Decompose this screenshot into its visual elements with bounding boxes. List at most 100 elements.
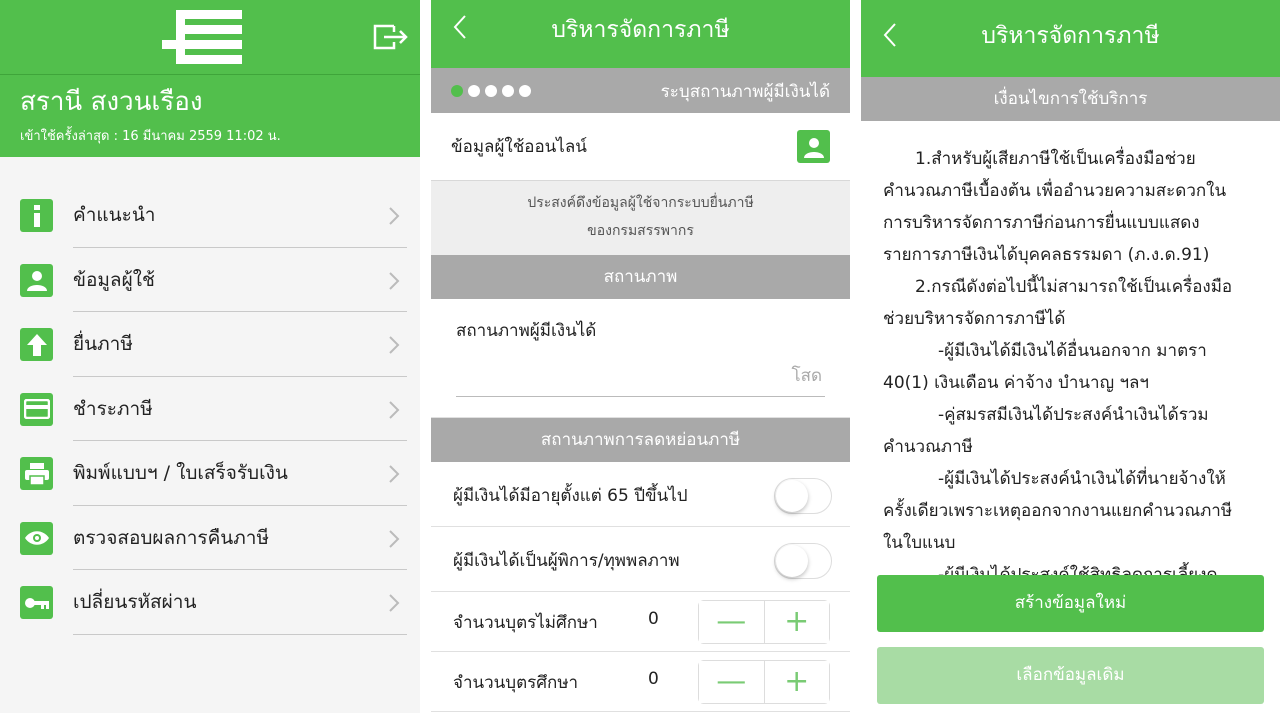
status-value[interactable]: โสด xyxy=(791,362,822,389)
credit-card-icon xyxy=(20,392,53,426)
toggle-knob xyxy=(776,545,808,577)
menu-item-label: ข้อมูลผู้ใช้ xyxy=(73,268,155,291)
menu-item-check-refund[interactable]: ตรวจสอบผลการคืนภาษี xyxy=(0,506,420,570)
chevron-right-icon xyxy=(389,400,400,419)
terms-line: -คู่สมรสมีเงินได้ประสงค์นำเงินได้รวม xyxy=(938,405,1209,425)
terms-line: การบริหารจัดการภาษีก่อนการยื่นแบบแสดง xyxy=(883,213,1200,233)
terms-line: 2.กรณีดังต่อไปนี้ไม่สามารถใช้เป็นเครื่อง… xyxy=(915,277,1233,297)
menu-item-label: ตรวจสอบผลการคืนภาษี xyxy=(73,526,269,549)
main-menu: คำแนะนำ ข้อมูลผู้ใช้ ยื่นภาษี ชำระภาษี พ… xyxy=(0,183,420,635)
terms-line: รายการภาษีเงินได้บุคคลธรรมดา (ภ.ง.ด.91) xyxy=(883,245,1210,265)
nav-header: บริหารจัดการภาษี xyxy=(861,0,1280,77)
terms-line: -ผู้มีเงินได้ประสงค์นำเงินได้ที่นายจ้างใ… xyxy=(938,469,1226,489)
import-note: ประสงค์ดึงข้อมูลผู้ใช้จากระบบยื่นภาษี ขอ… xyxy=(431,181,850,255)
key-icon xyxy=(20,586,53,619)
user-name: สรานี สงวนเรือง xyxy=(20,87,203,117)
terms-line: 40(1) เงินเดือน ค่าจ้าง บำนาญ ฯลฯ xyxy=(883,373,1149,393)
menu-item-label: ชำระภาษี xyxy=(73,397,153,420)
step-dot xyxy=(468,85,480,97)
select-existing-button[interactable]: เลือกข้อมูลเดิม xyxy=(877,647,1264,704)
terms-line: ครั้งเดียวเพราะเหตุออกจากงานแยกคำนวณภาษี xyxy=(883,501,1233,521)
terms-header: เงื่อนไขการใช้บริการ xyxy=(861,77,1280,121)
counter-value: 0 xyxy=(648,609,659,629)
terms-panel: บริหารจัดการภาษี เงื่อนไขการใช้บริการ 1.… xyxy=(861,0,1280,713)
app-header xyxy=(0,0,420,75)
menu-item-guide[interactable]: คำแนะนำ xyxy=(0,183,420,248)
input-underline xyxy=(456,396,825,397)
menu-item-user-info[interactable]: ข้อมูลผู้ใช้ xyxy=(0,248,420,312)
toggle-row-age65: ผู้มีเงินได้มีอายุตั้งแต่ 65 ปีขึ้นไป xyxy=(431,462,850,527)
increment-button[interactable]: + xyxy=(763,601,829,643)
user-icon xyxy=(20,263,53,297)
create-new-button[interactable]: สร้างข้อมูลใหม่ xyxy=(877,575,1264,632)
counter-label: จำนวนบุตรศึกษา xyxy=(453,673,579,693)
counter-row-children-not-studying: จำนวนบุตรไม่ศึกษา 0 — + xyxy=(431,592,850,652)
online-user-info-label: ข้อมูลผู้ใช้ออนไลน์ xyxy=(451,137,587,157)
chevron-right-icon xyxy=(389,336,400,354)
decrement-button[interactable]: — xyxy=(699,601,764,643)
step-label: ระบุสถานภาพผู้มีเงินได้ xyxy=(660,82,830,102)
chevron-right-icon xyxy=(389,529,400,548)
decrement-button[interactable]: — xyxy=(699,661,764,703)
toggle-row-disabled: ผู้มีเงินได้เป็นผู้พิการ/ทุพพลภาพ xyxy=(431,527,850,592)
main-menu-panel: สรานี สงวนเรือง เข้าใช้ครั้งล่าสุด : 16 … xyxy=(0,0,420,713)
menu-item-print-receipt[interactable]: พิมพ์แบบฯ / ใบเสร็จรับเงิน xyxy=(0,441,420,506)
chevron-right-icon xyxy=(389,594,400,612)
status-label: สถานภาพผู้มีเงินได้ xyxy=(456,321,597,341)
step-dot xyxy=(485,85,497,97)
menu-item-file-tax[interactable]: ยื่นภาษี xyxy=(0,312,420,377)
quantity-stepper: — + xyxy=(698,660,830,704)
menu-item-label: พิมพ์แบบฯ / ใบเสร็จรับเงิน xyxy=(73,462,288,484)
tax-status-panel: บริหารจัดการภาษี ระบุสถานภาพผู้มีเงินได้… xyxy=(431,0,850,713)
menu-item-label: เปลี่ยนรหัสผ่าน xyxy=(73,591,197,613)
import-note-line1: ประสงค์ดึงข้อมูลผู้ใช้จากระบบยื่นภาษี xyxy=(527,195,754,211)
page-title: บริหารจัดการภาษี xyxy=(981,23,1160,49)
counter-row-children-studying: จำนวนบุตรศึกษา 0 — + xyxy=(431,652,850,712)
last-login: เข้าใช้ครั้งล่าสุด : 16 มีนาคม 2559 11:0… xyxy=(20,129,281,144)
menu-item-label: ยื่นภาษี xyxy=(73,333,133,355)
info-icon xyxy=(20,199,53,232)
user-icon[interactable] xyxy=(797,130,830,163)
user-info: สรานี สงวนเรือง เข้าใช้ครั้งล่าสุด : 16 … xyxy=(0,75,420,157)
terms-line: ช่วยบริหารจัดการภาษีได้ xyxy=(883,309,1066,329)
terms-line: 1.สำหรับผู้เสียภาษีใช้เป็นเครื่องมือช่วย xyxy=(915,149,1196,169)
upload-arrow-icon xyxy=(20,328,53,361)
status-field[interactable]: สถานภาพผู้มีเงินได้ โสด xyxy=(431,299,850,418)
toggle-label: ผู้มีเงินได้เป็นผู้พิการ/ทุพพลภาพ xyxy=(453,551,680,571)
menu-item-change-password[interactable]: เปลี่ยนรหัสผ่าน xyxy=(0,570,420,635)
divider xyxy=(73,633,407,635)
chevron-right-icon xyxy=(389,207,400,225)
menu-item-pay-tax[interactable]: ชำระภาษี xyxy=(0,377,420,441)
step-dot-active xyxy=(451,85,463,97)
step-dot xyxy=(502,85,514,97)
page-title: บริหารจัดการภาษี xyxy=(551,17,730,43)
nav-header: บริหารจัดการภาษี xyxy=(431,0,850,68)
terms-line: คำนวณภาษี xyxy=(883,437,973,457)
step-dots xyxy=(451,85,531,97)
terms-line: -ผู้มีเงินได้มีเงินได้อื่นนอกจาก มาตรา xyxy=(938,341,1207,361)
counter-value: 0 xyxy=(648,669,659,689)
chevron-right-icon xyxy=(389,271,400,290)
section-header-status: สถานภาพ xyxy=(431,255,850,299)
terms-text: 1.สำหรับผู้เสียภาษีใช้เป็นเครื่องมือช่วย… xyxy=(883,143,1250,577)
step-indicator: ระบุสถานภาพผู้มีเงินได้ xyxy=(431,68,850,113)
logout-icon[interactable] xyxy=(372,22,408,52)
eye-icon xyxy=(20,521,53,555)
terms-line: คำนวณภาษีเบื้องต้น เพื่ออำนวยความสะดวกใน xyxy=(883,181,1227,201)
menu-item-label: คำแนะนำ xyxy=(73,204,156,226)
printer-icon xyxy=(20,457,53,490)
section-header-reduction: สถานภาพการลดหย่อนภาษี xyxy=(431,418,850,462)
increment-button[interactable]: + xyxy=(763,661,829,703)
terms-line: ในใบแนบ xyxy=(883,533,956,553)
toggle-knob xyxy=(776,480,808,512)
disabled-toggle[interactable] xyxy=(774,543,832,579)
toggle-label: ผู้มีเงินได้มีอายุตั้งแต่ 65 ปีขึ้นไป xyxy=(453,486,688,506)
app-logo-icon xyxy=(162,10,242,64)
quantity-stepper: — + xyxy=(698,600,830,644)
import-note-line2: ของกรมสรรพากร xyxy=(587,223,694,239)
age65-toggle[interactable] xyxy=(774,478,832,514)
chevron-right-icon xyxy=(389,465,400,483)
online-user-info-row[interactable]: ข้อมูลผู้ใช้ออนไลน์ xyxy=(431,113,850,181)
counter-label: จำนวนบุตรไม่ศึกษา xyxy=(453,613,598,633)
step-dot xyxy=(519,85,531,97)
